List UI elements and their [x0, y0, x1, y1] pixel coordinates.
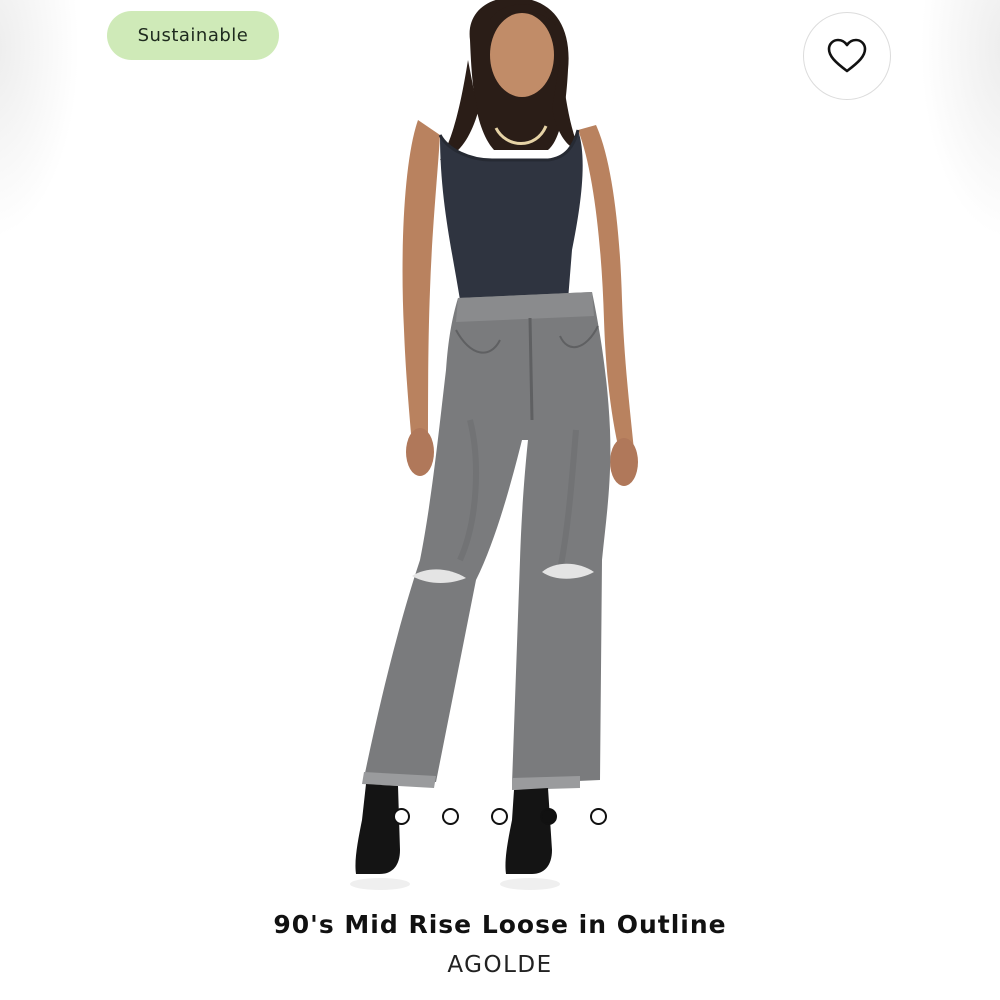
carousel-pagination [390, 808, 612, 828]
favorite-button[interactable] [803, 12, 891, 100]
product-screen: Sustainable 90's Mid Rise Loose in Outli… [0, 0, 1000, 1000]
product-image [350, 0, 638, 890]
sustainable-badge: Sustainable [107, 11, 279, 60]
product-info: 90's Mid Rise Loose in Outline AGOLDE [0, 900, 1000, 1000]
carousel-dot-3[interactable] [491, 808, 508, 825]
product-title: 90's Mid Rise Loose in Outline [273, 910, 727, 939]
carousel-dot-1[interactable] [393, 808, 410, 825]
carousel-dot-2[interactable] [442, 808, 459, 825]
carousel-dot-4[interactable] [540, 808, 557, 825]
product-brand[interactable]: AGOLDE [0, 952, 1000, 978]
product-image-gallery[interactable]: Sustainable [0, 0, 1000, 900]
carousel-dot-5[interactable] [590, 808, 607, 825]
heart-outline-icon [827, 38, 867, 73]
